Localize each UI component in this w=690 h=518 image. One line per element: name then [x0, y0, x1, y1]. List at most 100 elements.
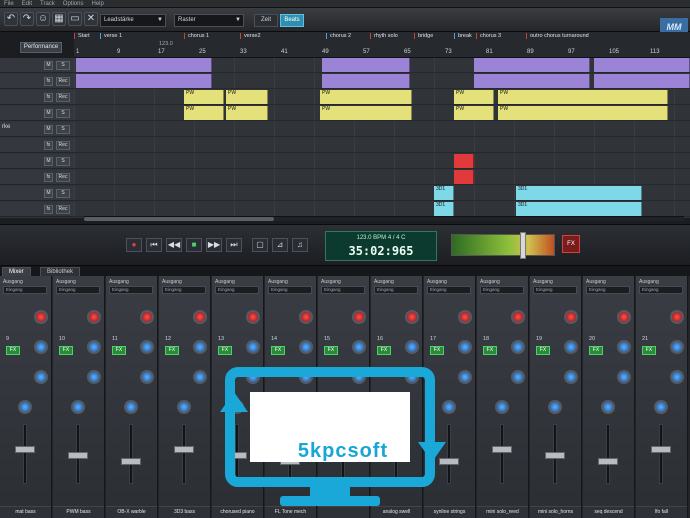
track-mute-button[interactable]: fx: [44, 173, 53, 182]
channel-fx-button[interactable]: FX: [324, 346, 338, 355]
track-header[interactable]: MS: [0, 106, 74, 121]
track-header[interactable]: fx Rec: [0, 170, 74, 185]
track-mute-button[interactable]: fx: [44, 205, 53, 214]
channel-output-select[interactable]: Eingang: [56, 286, 100, 294]
timeline-marker[interactable]: break: [454, 33, 472, 39]
volume-fader-track[interactable]: [447, 424, 451, 484]
send-knob-red[interactable]: [617, 310, 631, 324]
close-icon[interactable]: ✕: [84, 12, 98, 26]
audio-clip[interactable]: PW: [184, 90, 224, 104]
track-solo-button[interactable]: Rec: [56, 77, 70, 86]
channel-output-select[interactable]: Eingang: [639, 286, 683, 294]
eq-knob-high[interactable]: [564, 340, 578, 354]
send-knob-red[interactable]: [87, 310, 101, 324]
pan-knob[interactable]: [177, 400, 191, 414]
channel-fx-button[interactable]: FX: [271, 346, 285, 355]
channel-output-select[interactable]: Eingang: [480, 286, 524, 294]
redo-icon[interactable]: ↷: [20, 12, 34, 26]
folder-icon[interactable]: ▭: [68, 12, 82, 26]
audio-clip[interactable]: [370, 58, 410, 72]
send-knob-red[interactable]: [670, 310, 684, 324]
pan-knob[interactable]: [71, 400, 85, 414]
send-knob-red[interactable]: [458, 310, 472, 324]
timeline-marker[interactable]: Start: [74, 33, 90, 39]
grid-icon[interactable]: ▦: [52, 12, 66, 26]
volume-fader-handle[interactable]: [492, 446, 512, 453]
eq-knob-mid[interactable]: [352, 370, 366, 384]
channel-fx-button[interactable]: FX: [589, 346, 603, 355]
send-knob-red[interactable]: [352, 310, 366, 324]
volume-fader-handle[interactable]: [598, 458, 618, 465]
pan-knob[interactable]: [230, 400, 244, 414]
scrollbar-thumb[interactable]: [84, 217, 274, 221]
eq-knob-high[interactable]: [246, 340, 260, 354]
volume-fader-handle[interactable]: [15, 446, 35, 453]
channel-output-select[interactable]: Eingang: [427, 286, 471, 294]
audio-clip[interactable]: PW: [226, 90, 268, 104]
tuner-icon[interactable]: ♫: [292, 238, 308, 252]
timeline-marker[interactable]: chorus 1: [184, 33, 209, 39]
volume-fader-track[interactable]: [129, 424, 133, 484]
channel-fx-button[interactable]: FX: [536, 346, 550, 355]
pan-knob[interactable]: [283, 400, 297, 414]
track-solo-button[interactable]: Rec: [56, 205, 70, 214]
send-knob-red[interactable]: [140, 310, 154, 324]
track-lane[interactable]: PW PW PW PW PW: [74, 90, 690, 105]
audio-clip[interactable]: [594, 74, 690, 88]
audio-clip[interactable]: PW: [454, 106, 494, 120]
eq-knob-high[interactable]: [458, 340, 472, 354]
audio-clip[interactable]: [454, 170, 474, 184]
volume-fader-handle[interactable]: [68, 452, 88, 459]
play-icon[interactable]: ■: [186, 238, 202, 252]
audio-clip[interactable]: [370, 74, 410, 88]
eq-knob-high[interactable]: [511, 340, 525, 354]
track-mute-button[interactable]: M: [44, 125, 53, 134]
volume-fader-track[interactable]: [182, 424, 186, 484]
snap-dropdown[interactable]: Raster ▼: [174, 14, 244, 27]
track-solo-button[interactable]: Rec: [56, 141, 70, 150]
eq-knob-mid[interactable]: [617, 370, 631, 384]
track-mute-button[interactable]: M: [44, 109, 53, 118]
channel-output-select[interactable]: Eingang: [268, 286, 312, 294]
send-knob-red[interactable]: [246, 310, 260, 324]
eq-knob-high[interactable]: [299, 340, 313, 354]
timeline-marker[interactable]: outro chorus turnaround: [526, 33, 589, 39]
audio-clip[interactable]: PW: [498, 106, 668, 120]
beats-toggle[interactable]: Beats: [280, 14, 304, 27]
audio-clip[interactable]: PW: [320, 90, 412, 104]
track-mute-button[interactable]: fx: [44, 77, 53, 86]
pan-knob[interactable]: [548, 400, 562, 414]
send-knob-red[interactable]: [193, 310, 207, 324]
track-header[interactable]: MS: [0, 154, 74, 169]
channel-output-select[interactable]: Eingang: [3, 286, 47, 294]
track-solo-button[interactable]: S: [56, 125, 70, 134]
volume-fader-handle[interactable]: [121, 458, 141, 465]
channel-fx-button[interactable]: FX: [112, 346, 126, 355]
audio-clip[interactable]: 3D1: [516, 202, 642, 216]
track-solo-button[interactable]: S: [56, 61, 70, 70]
eq-knob-high[interactable]: [405, 340, 419, 354]
audio-clip[interactable]: PW: [184, 106, 224, 120]
timeline-marker[interactable]: bridge: [414, 33, 433, 39]
volume-fader-track[interactable]: [606, 424, 610, 484]
track-mute-button[interactable]: M: [44, 189, 53, 198]
menu-track[interactable]: Track: [40, 0, 55, 7]
volume-dropdown[interactable]: Leadstärke ▼: [100, 14, 166, 27]
track-lane[interactable]: 3D1 3D1: [74, 202, 690, 217]
track-header[interactable]: rke M S: [0, 122, 74, 137]
eq-knob-mid[interactable]: [246, 370, 260, 384]
channel-fx-button[interactable]: FX: [218, 346, 232, 355]
audio-clip[interactable]: PW: [454, 90, 494, 104]
track-mute-button[interactable]: fx: [44, 141, 53, 150]
menu-options[interactable]: Options: [63, 0, 84, 7]
track-solo-button[interactable]: S: [56, 157, 70, 166]
volume-fader-track[interactable]: [341, 424, 345, 484]
rewind-start-icon[interactable]: ⏮: [146, 238, 162, 252]
eq-knob-mid[interactable]: [87, 370, 101, 384]
track-lane[interactable]: 3D1 3D1: [74, 186, 690, 201]
eq-knob-high[interactable]: [34, 340, 48, 354]
eq-knob-high[interactable]: [617, 340, 631, 354]
pan-knob[interactable]: [389, 400, 403, 414]
end-icon[interactable]: ⏭: [226, 238, 242, 252]
eq-knob-mid[interactable]: [458, 370, 472, 384]
